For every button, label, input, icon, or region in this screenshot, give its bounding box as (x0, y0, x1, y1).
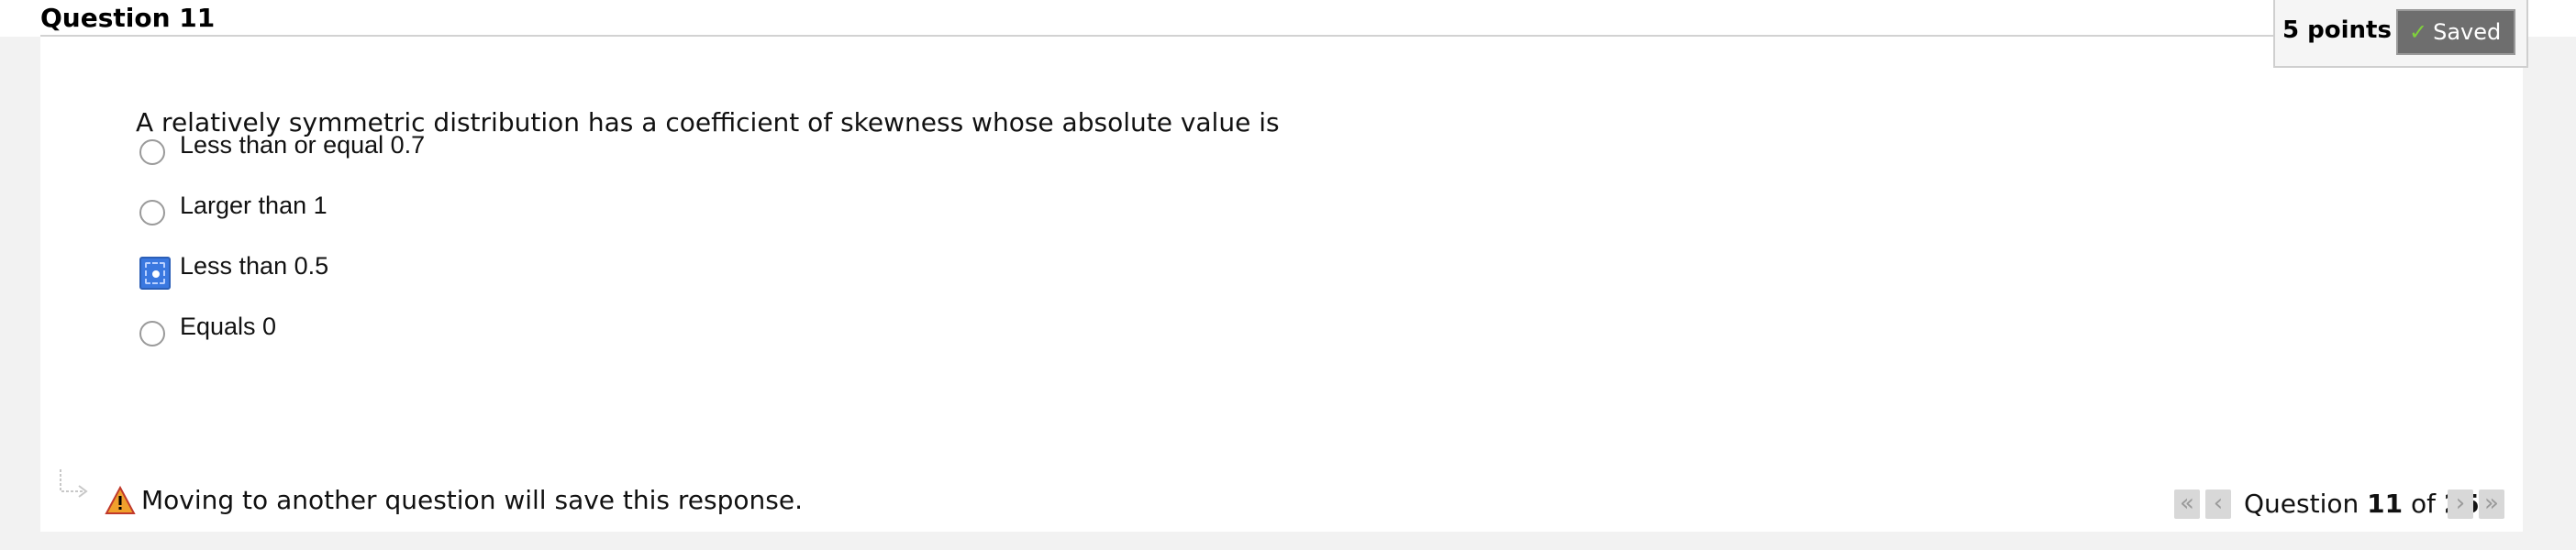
question-card: A relatively symmetric distribution has … (40, 37, 2523, 532)
saved-button[interactable]: ✓ Saved (2396, 9, 2515, 55)
answer-option-4[interactable]: Equals 0 (139, 310, 1240, 354)
check-icon: ✓ (2409, 19, 2428, 45)
warning-icon (105, 486, 136, 514)
warning-text: Moving to another question will save thi… (141, 485, 803, 515)
radio-button[interactable] (139, 200, 165, 226)
radio-dot (152, 270, 160, 278)
option-label: Less than or equal 0.7 (180, 131, 426, 159)
option-label: Equals 0 (180, 313, 277, 340)
current-question: 11 (2367, 489, 2404, 519)
option-label: Larger than 1 (180, 192, 328, 219)
answer-option-3[interactable]: Less than 0.5 (139, 249, 1240, 293)
question-title: Question 11 (40, 3, 216, 33)
answer-option-1[interactable]: Less than or equal 0.7 (139, 128, 1240, 172)
radio-button[interactable] (139, 321, 165, 346)
option-label: Less than 0.5 (180, 252, 329, 280)
previous-icon[interactable]: ‹ (2205, 490, 2231, 519)
radio-button[interactable] (139, 139, 165, 165)
points-panel: 5 points ✓ Saved (2273, 0, 2528, 68)
last-page-icon[interactable]: » (2479, 490, 2504, 519)
first-page-icon[interactable]: « (2174, 490, 2200, 519)
saved-label: Saved (2433, 19, 2502, 45)
question-header: Question 11 (0, 0, 2576, 37)
points-label: 5 points (2282, 16, 2392, 44)
nav-prefix: Question (2244, 489, 2359, 519)
answer-option-2[interactable]: Larger than 1 (139, 189, 1240, 233)
next-icon[interactable]: › (2448, 490, 2473, 519)
nav-of: of (2411, 489, 2437, 519)
return-arrow-icon (60, 469, 88, 498)
question-position: Question 11 of 25 (2244, 488, 2480, 521)
radio-button-selected[interactable] (139, 257, 171, 290)
